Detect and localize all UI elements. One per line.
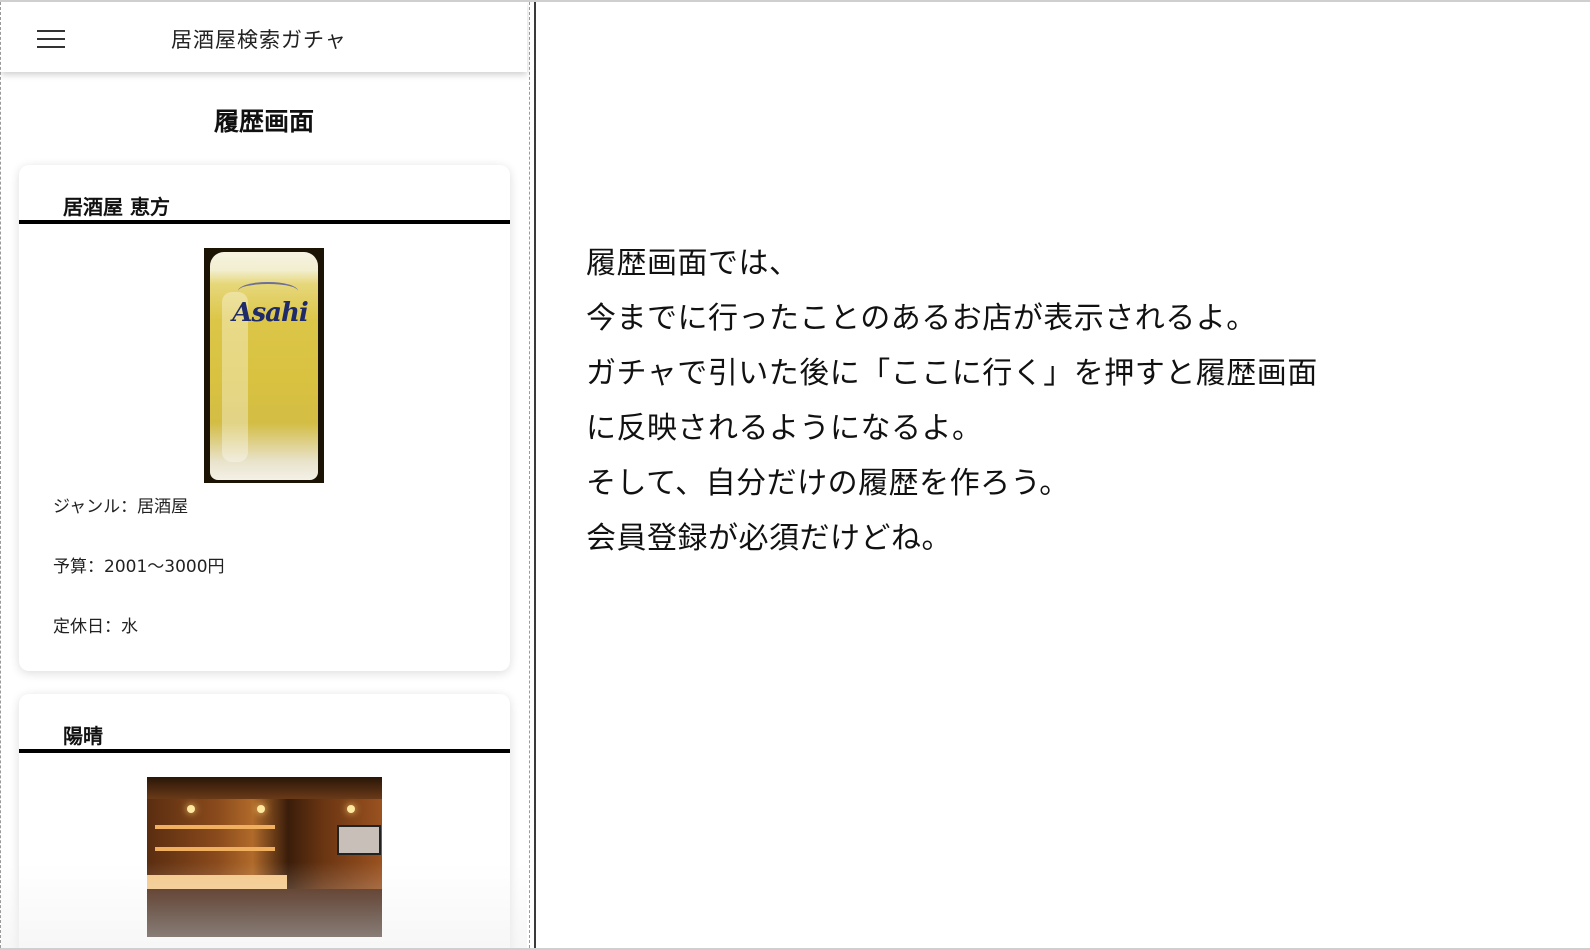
explanation-line: 会員登録が必須だけどね。 <box>586 521 952 556</box>
phone-viewport: 居酒屋検索ガチャ 履歴画面 居酒屋 恵方 Asahi ジャンル：居酒屋 予算：2… <box>1 2 530 948</box>
bar-light <box>257 805 265 813</box>
app-bar: 居酒屋検索ガチャ <box>1 2 527 72</box>
card-divider <box>19 220 510 224</box>
mug-shape: Asahi <box>210 252 318 480</box>
bar-shelf <box>155 847 275 851</box>
card-divider <box>19 749 510 753</box>
shop-genre: ジャンル：居酒屋 <box>53 497 189 517</box>
shop-name: 居酒屋 恵方 <box>63 195 170 219</box>
bar-floor <box>147 889 382 937</box>
explanation-line: 履歴画面では、 <box>586 246 800 281</box>
shop-holiday: 定休日：水 <box>53 617 138 637</box>
bar-tv-screen <box>337 825 381 855</box>
page-title: 履歴画面 <box>213 107 314 136</box>
history-card[interactable]: 陽晴 <box>19 694 510 948</box>
shop-budget: 予算：2001〜3000円 <box>53 557 225 577</box>
bar-light <box>347 805 355 813</box>
bar-light <box>187 805 195 813</box>
explanation-line: そして、自分だけの履歴を作ろう。 <box>586 466 1070 501</box>
explanation-line: 今までに行ったことのあるお店が表示されるよ。 <box>586 301 1257 336</box>
beer-mug-photo: Asahi <box>204 248 324 483</box>
mug-logo: Asahi <box>232 298 308 328</box>
screen: 居酒屋検索ガチャ 履歴画面 居酒屋 恵方 Asahi ジャンル：居酒屋 予算：2… <box>0 0 1590 950</box>
history-card[interactable]: 居酒屋 恵方 Asahi ジャンル：居酒屋 予算：2001〜3000円 定休日：… <box>19 165 510 671</box>
explanation-line: ガチャで引いた後に「ここに行く」を押すと履歴画面 <box>586 356 1318 391</box>
explanation-line: に反映されるようになるよ。 <box>586 411 983 446</box>
bar-ceiling <box>147 777 382 799</box>
phone-preview: 居酒屋検索ガチャ 履歴画面 居酒屋 恵方 Asahi ジャンル：居酒屋 予算：2… <box>0 2 536 948</box>
bar-interior-photo <box>147 777 382 937</box>
bar-shelf <box>155 825 275 829</box>
hamburger-menu-icon[interactable] <box>37 28 65 50</box>
app-title: 居酒屋検索ガチャ <box>171 28 347 52</box>
bar-counter <box>147 875 287 889</box>
explanation-text: 履歴画面では、 今までに行ったことのあるお店が表示されるよ。 ガチャで引いた後に… <box>586 236 1546 566</box>
shop-name: 陽晴 <box>63 724 103 748</box>
